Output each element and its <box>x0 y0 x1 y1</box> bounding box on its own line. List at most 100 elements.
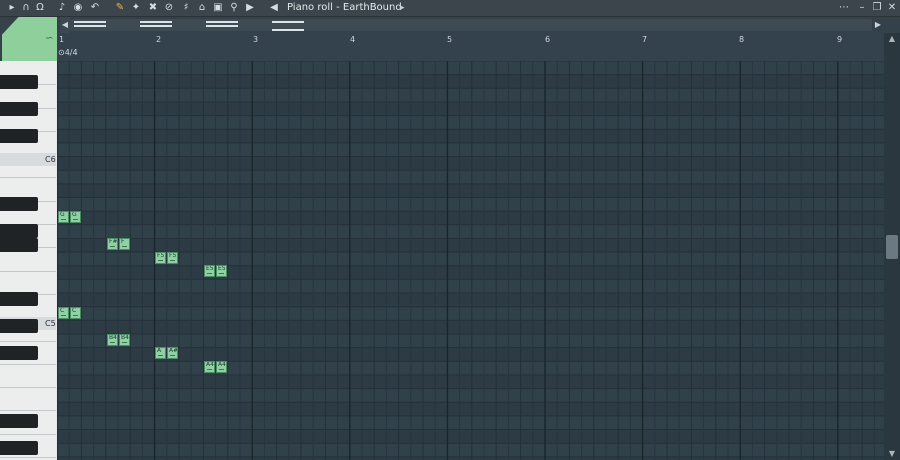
note-grid[interactable]: G G F#5 F F5 F5 E5 E5 C C B4 B4 A A# A4 … <box>57 61 884 460</box>
grid-row <box>57 402 884 416</box>
grid-row <box>57 61 884 75</box>
note[interactable]: C <box>70 307 81 319</box>
black-key[interactable] <box>0 224 38 238</box>
bar-number: 3 <box>253 35 259 44</box>
white-key[interactable] <box>0 363 56 389</box>
grid-row <box>57 211 884 225</box>
black-key[interactable] <box>0 75 38 89</box>
mini-note <box>74 21 106 23</box>
close-icon[interactable]: ✕ <box>886 2 898 14</box>
scroll-down-icon[interactable]: ▼ <box>884 448 900 460</box>
mini-note <box>272 29 304 31</box>
bar-number: 8 <box>739 35 745 44</box>
note[interactable]: A4 <box>204 361 215 373</box>
note[interactable]: E5 <box>216 265 227 277</box>
magnet-icon[interactable]: ∩ <box>20 2 32 14</box>
title-menu-arrow-icon[interactable]: ▸ <box>400 1 405 15</box>
grid-row <box>57 129 884 143</box>
grid-row <box>57 374 884 389</box>
speaker-icon[interactable]: ▶ <box>244 2 256 14</box>
bar-number: 2 <box>156 35 162 44</box>
grid-row <box>57 429 884 444</box>
note[interactable]: F#5 <box>107 238 118 250</box>
grid-row <box>57 115 884 130</box>
curve-icon[interactable]: ∽ <box>45 33 53 44</box>
bar-number: 9 <box>837 35 843 44</box>
black-key[interactable] <box>0 319 38 333</box>
delete-icon[interactable]: ✖ <box>147 2 159 14</box>
note[interactable]: A4 <box>216 361 227 373</box>
maximize-icon[interactable]: ❐ <box>871 2 883 14</box>
note[interactable]: B4 <box>119 334 130 346</box>
piano-keyboard[interactable]: C6 C5 <box>0 61 57 460</box>
headphones-icon[interactable]: Ω <box>34 2 46 14</box>
white-key[interactable] <box>0 387 56 412</box>
vertical-scrollbar[interactable]: ▲ ▼ <box>884 33 900 460</box>
note[interactable]: G <box>58 211 69 223</box>
black-key[interactable] <box>0 441 38 455</box>
slice-icon[interactable]: ♯ <box>180 2 192 14</box>
scroll-left-icon[interactable]: ◀ <box>60 17 70 33</box>
pencil-icon[interactable]: ✎ <box>114 2 126 14</box>
black-key[interactable] <box>0 102 38 116</box>
piano-roll-corner: ∽ <box>0 17 57 61</box>
key-label-c5: C5 <box>45 319 56 328</box>
bar-number: 4 <box>350 35 356 44</box>
note[interactable]: F <box>119 238 130 250</box>
bar-number: 6 <box>545 35 551 44</box>
note[interactable]: A# <box>167 347 178 359</box>
speaker-icon[interactable]: ◀ <box>268 2 280 14</box>
grid-row <box>57 388 884 403</box>
bar-number: 7 <box>642 35 648 44</box>
scroll-right-icon[interactable]: ▶ <box>872 17 884 33</box>
key-label-c6: C6 <box>45 155 56 164</box>
vertical-scroll-thumb[interactable] <box>886 235 898 259</box>
window-title: Piano roll - EarthBound <box>287 2 402 13</box>
title-bar: ▸ ∩ Ω ♪ ◉ ↶ ✎ ✦ ✖ ⊘ ♯ ⌂ ▣ ⚲ ▶ ◀ Piano ro… <box>0 0 900 17</box>
grid-row <box>57 224 884 239</box>
note[interactable]: G <box>70 211 81 223</box>
grid-row <box>57 320 884 334</box>
bar-number: 5 <box>447 35 453 44</box>
note[interactable]: C <box>58 307 69 319</box>
note-icon[interactable]: ♪ <box>56 2 68 14</box>
menu-arrow-icon[interactable]: ▸ <box>6 2 18 14</box>
note[interactable]: F5 <box>167 252 178 264</box>
bar-ruler[interactable]: 1 2 3 4 5 6 7 8 9 <box>57 33 884 62</box>
grid-row <box>57 361 884 375</box>
minimize-icon[interactable]: – <box>856 2 868 14</box>
grid-row <box>57 183 884 198</box>
record-icon[interactable]: ◉ <box>72 2 84 14</box>
overview-scroll-track[interactable] <box>70 19 872 31</box>
zoom-icon[interactable]: ▣ <box>212 2 224 14</box>
note[interactable]: B4 <box>107 334 118 346</box>
black-key[interactable] <box>0 129 38 143</box>
grid-row <box>57 101 884 116</box>
note[interactable]: E5 <box>204 265 215 277</box>
grid-row <box>57 170 884 184</box>
undo-icon[interactable]: ↶ <box>89 2 101 14</box>
black-key[interactable] <box>0 292 38 306</box>
grid-row <box>57 334 884 348</box>
black-key[interactable] <box>0 346 38 360</box>
mute-icon[interactable]: ⊘ <box>163 2 175 14</box>
grid-row <box>57 279 884 294</box>
snap-menu-icon[interactable]: ⋯ <box>838 2 850 14</box>
grid-row <box>57 88 884 102</box>
select-icon[interactable]: ⌂ <box>196 2 208 14</box>
time-signature[interactable]: ⊙4/4 <box>58 48 78 57</box>
note[interactable]: F5 <box>155 252 166 264</box>
scroll-up-icon[interactable]: ▲ <box>884 33 900 45</box>
grid-row <box>57 265 884 280</box>
black-key[interactable] <box>0 197 38 211</box>
mini-note <box>74 25 106 27</box>
note[interactable]: A <box>155 347 166 359</box>
grid-row <box>57 142 884 157</box>
playback-icon[interactable]: ⚲ <box>228 2 240 14</box>
mini-note <box>206 21 238 23</box>
black-key[interactable] <box>0 238 38 252</box>
grid-row <box>57 347 884 362</box>
black-key[interactable] <box>0 414 38 428</box>
paint-icon[interactable]: ✦ <box>130 2 142 14</box>
mini-note <box>140 25 172 27</box>
